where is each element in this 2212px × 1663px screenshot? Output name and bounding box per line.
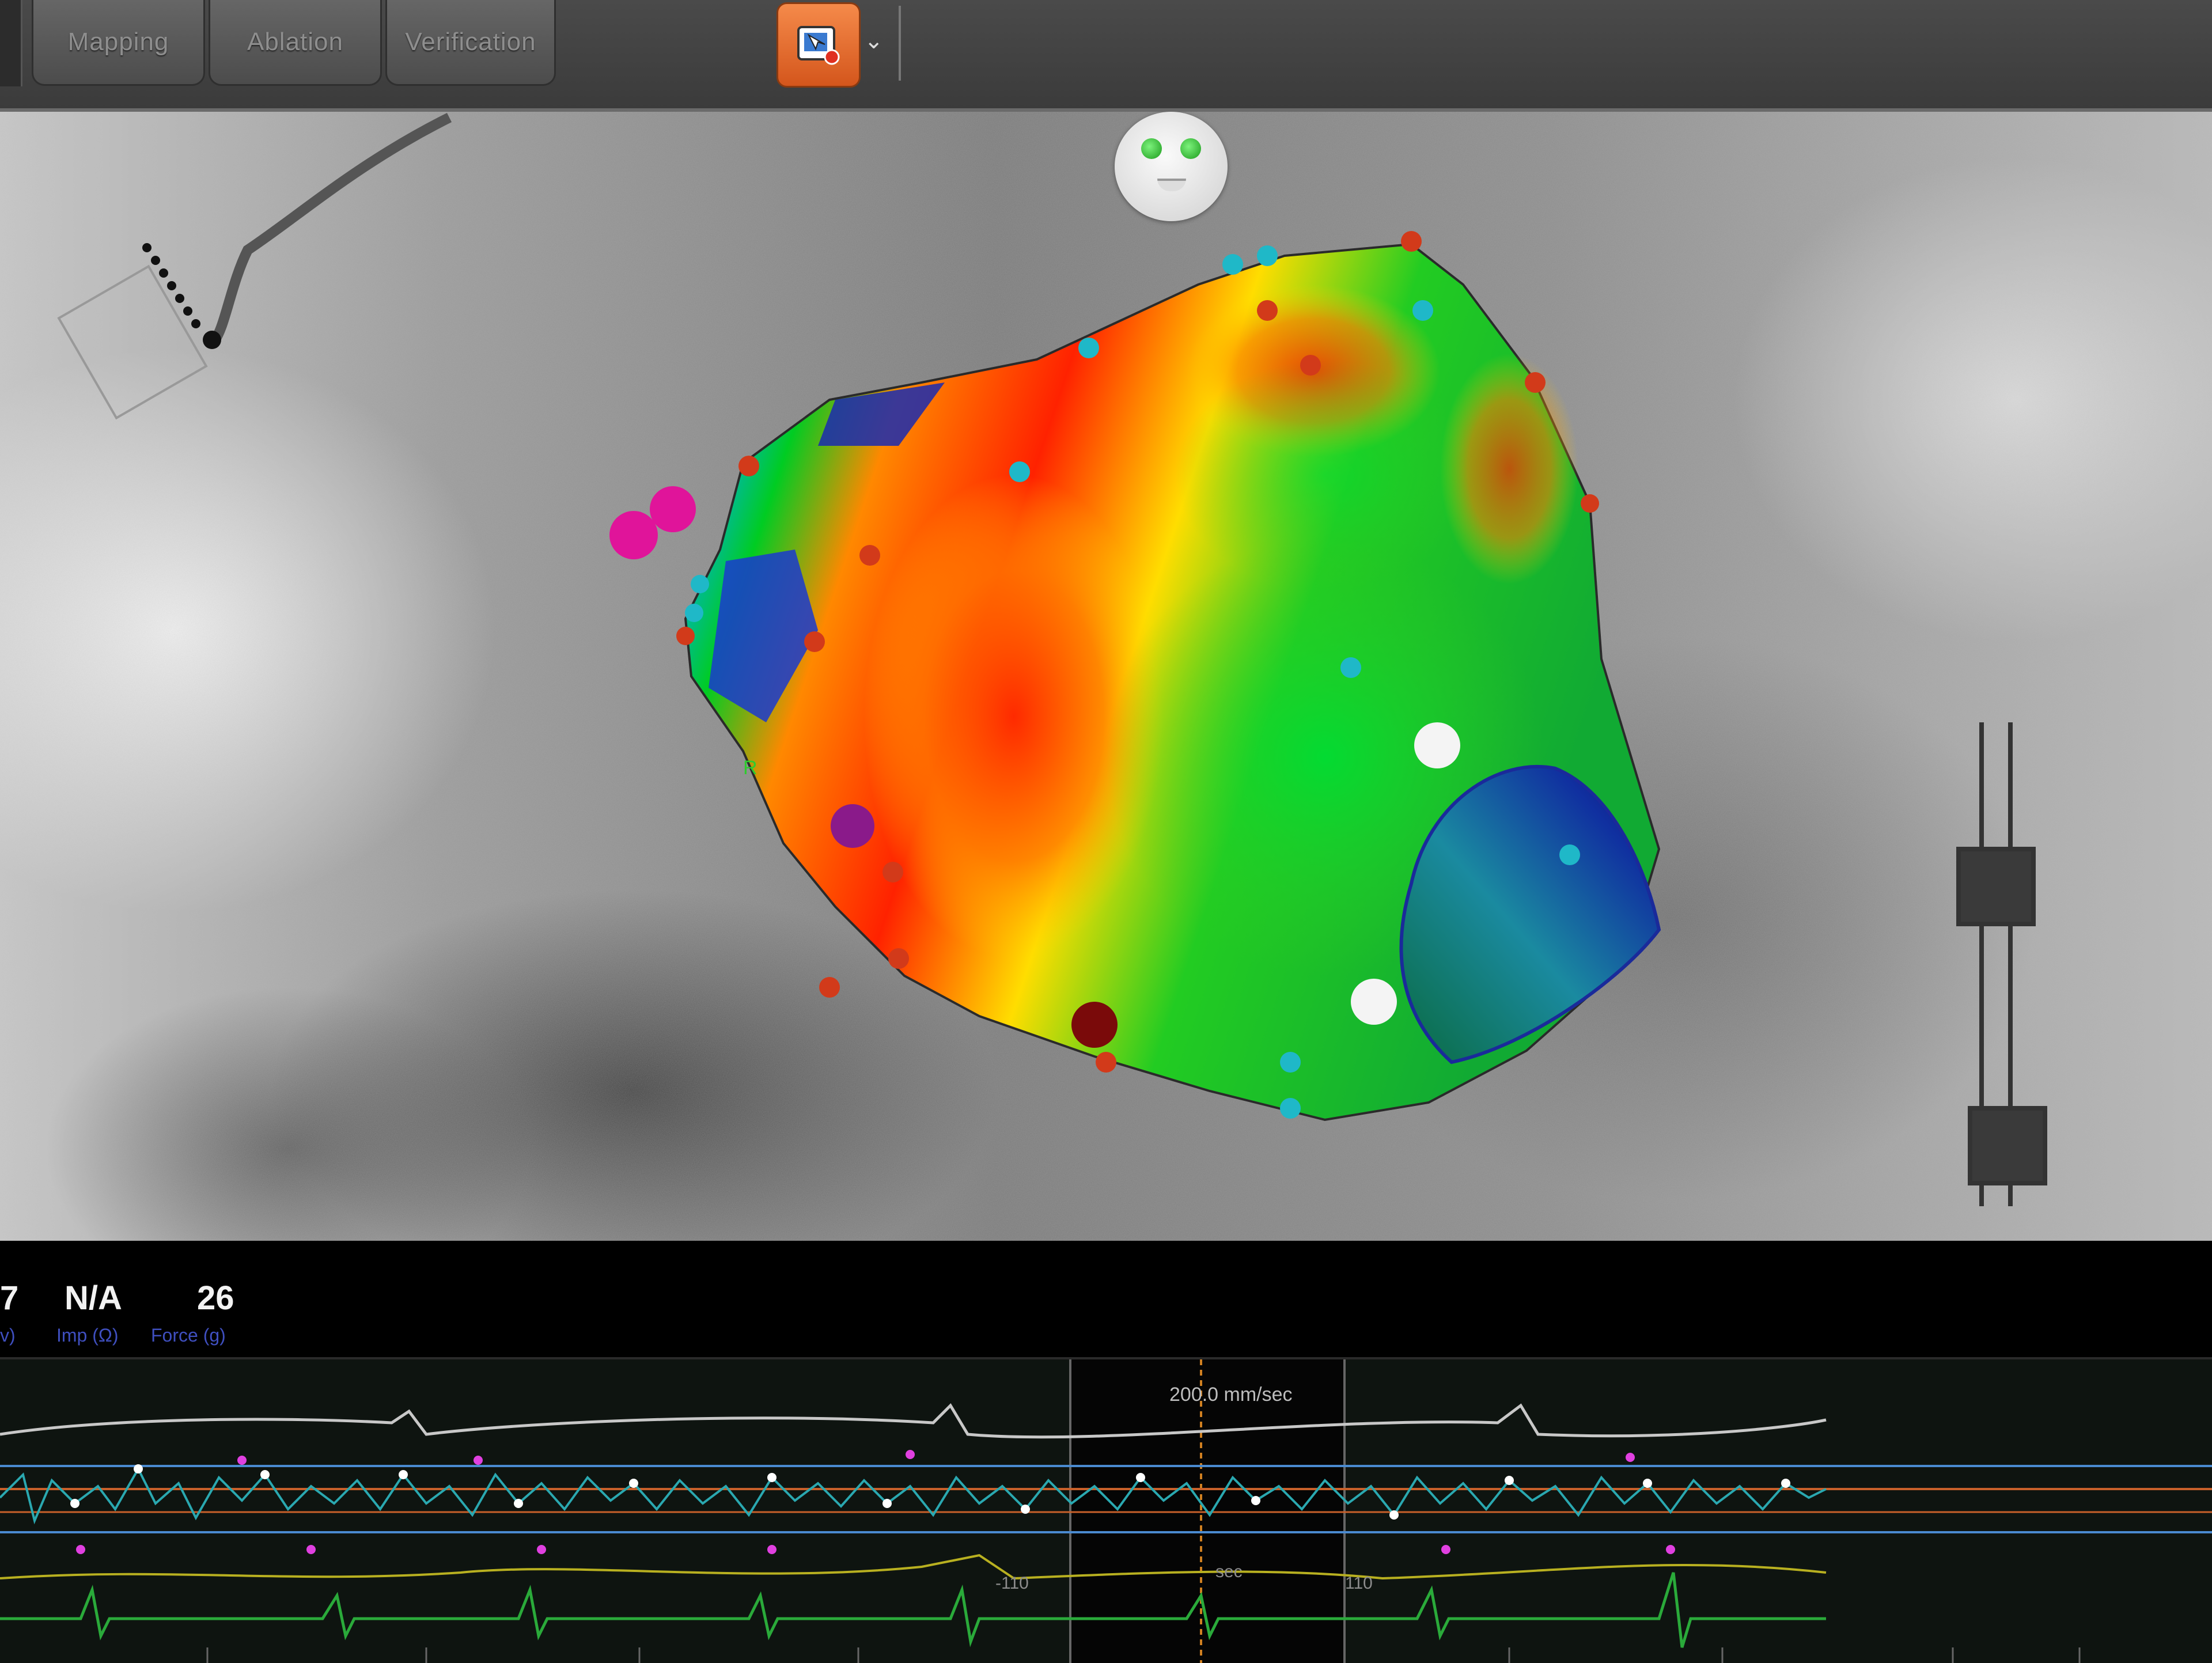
contact-status-face-icon — [1115, 112, 1228, 221]
metric-value-force: 26 — [197, 1279, 234, 1317]
sweep-speed-label: 200.0 mm/sec — [1169, 1384, 1293, 1406]
metric-label-voltage: v) — [0, 1325, 16, 1346]
metric-value-voltage: 7 — [0, 1279, 19, 1317]
metric-label-force: Force (g) — [151, 1325, 226, 1346]
face-mouth — [1157, 179, 1186, 191]
value-label-c: sec — [1215, 1562, 1243, 1581]
map-view-button[interactable] — [777, 2, 861, 88]
electrogram-panel[interactable]: 200.0 mm/sec -110 110 sec — [0, 1357, 2212, 1663]
chevron-down-icon[interactable]: ⌄ — [864, 28, 884, 54]
tab-ablation[interactable]: Ablation — [209, 0, 382, 86]
value-label-a: -110 — [995, 1574, 1029, 1593]
fluoro-3d-viewport[interactable]: R — [0, 112, 2212, 1241]
catheter-info-bar: 7 v) N/A Imp (Ω) 26 Force (g) — [0, 1244, 2212, 1357]
orientation-label: R — [743, 757, 757, 779]
tab-mapping[interactable]: Mapping — [32, 0, 205, 86]
face-eye-right — [1180, 138, 1201, 159]
egm-traces — [0, 1359, 2212, 1663]
map-view-icon — [797, 26, 840, 65]
tab-verification[interactable]: Verification — [385, 0, 556, 86]
top-toolbar: Mapping Ablation Verification ⌄ — [0, 0, 2212, 112]
menu-handle[interactable] — [0, 0, 22, 86]
green-trace — [0, 1572, 1826, 1648]
toolbar-divider — [899, 6, 901, 81]
yellow-trace — [0, 1554, 1827, 1580]
metric-value-impedance: N/A — [65, 1279, 122, 1317]
map-overlay: R — [0, 112, 2212, 1241]
metric-label-impedance: Imp (Ω) — [56, 1325, 119, 1346]
face-eye-left — [1141, 138, 1162, 159]
value-label-b: 110 — [1345, 1574, 1373, 1593]
ecg-trace — [0, 1403, 1827, 1439]
